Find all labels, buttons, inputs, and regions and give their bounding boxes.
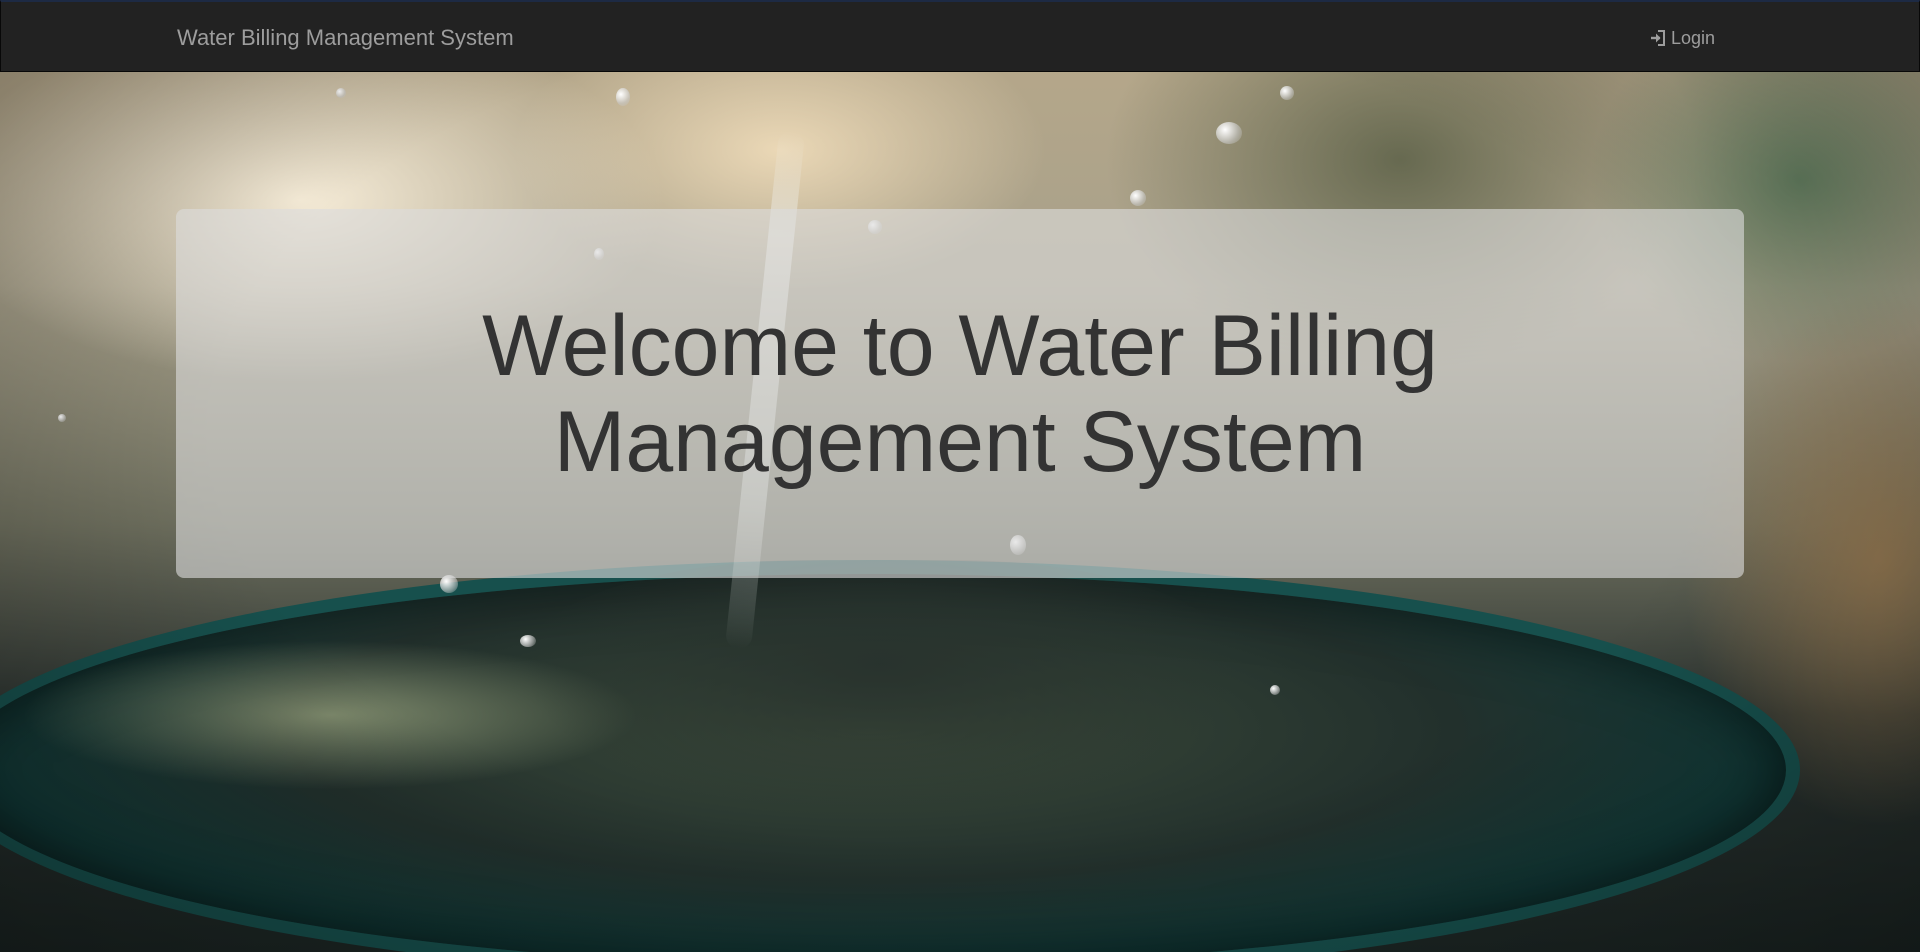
log-in-icon (1649, 29, 1667, 47)
welcome-jumbotron: Welcome to Water Billing Management Syst… (176, 209, 1744, 578)
welcome-heading: Welcome to Water Billing Management Syst… (482, 297, 1438, 490)
login-label: Login (1671, 28, 1716, 48)
top-navbar: Water Billing Management System Login (0, 0, 1920, 72)
navbar-brand[interactable]: Water Billing Management System (177, 2, 514, 74)
login-link[interactable]: Login (1649, 2, 1715, 74)
